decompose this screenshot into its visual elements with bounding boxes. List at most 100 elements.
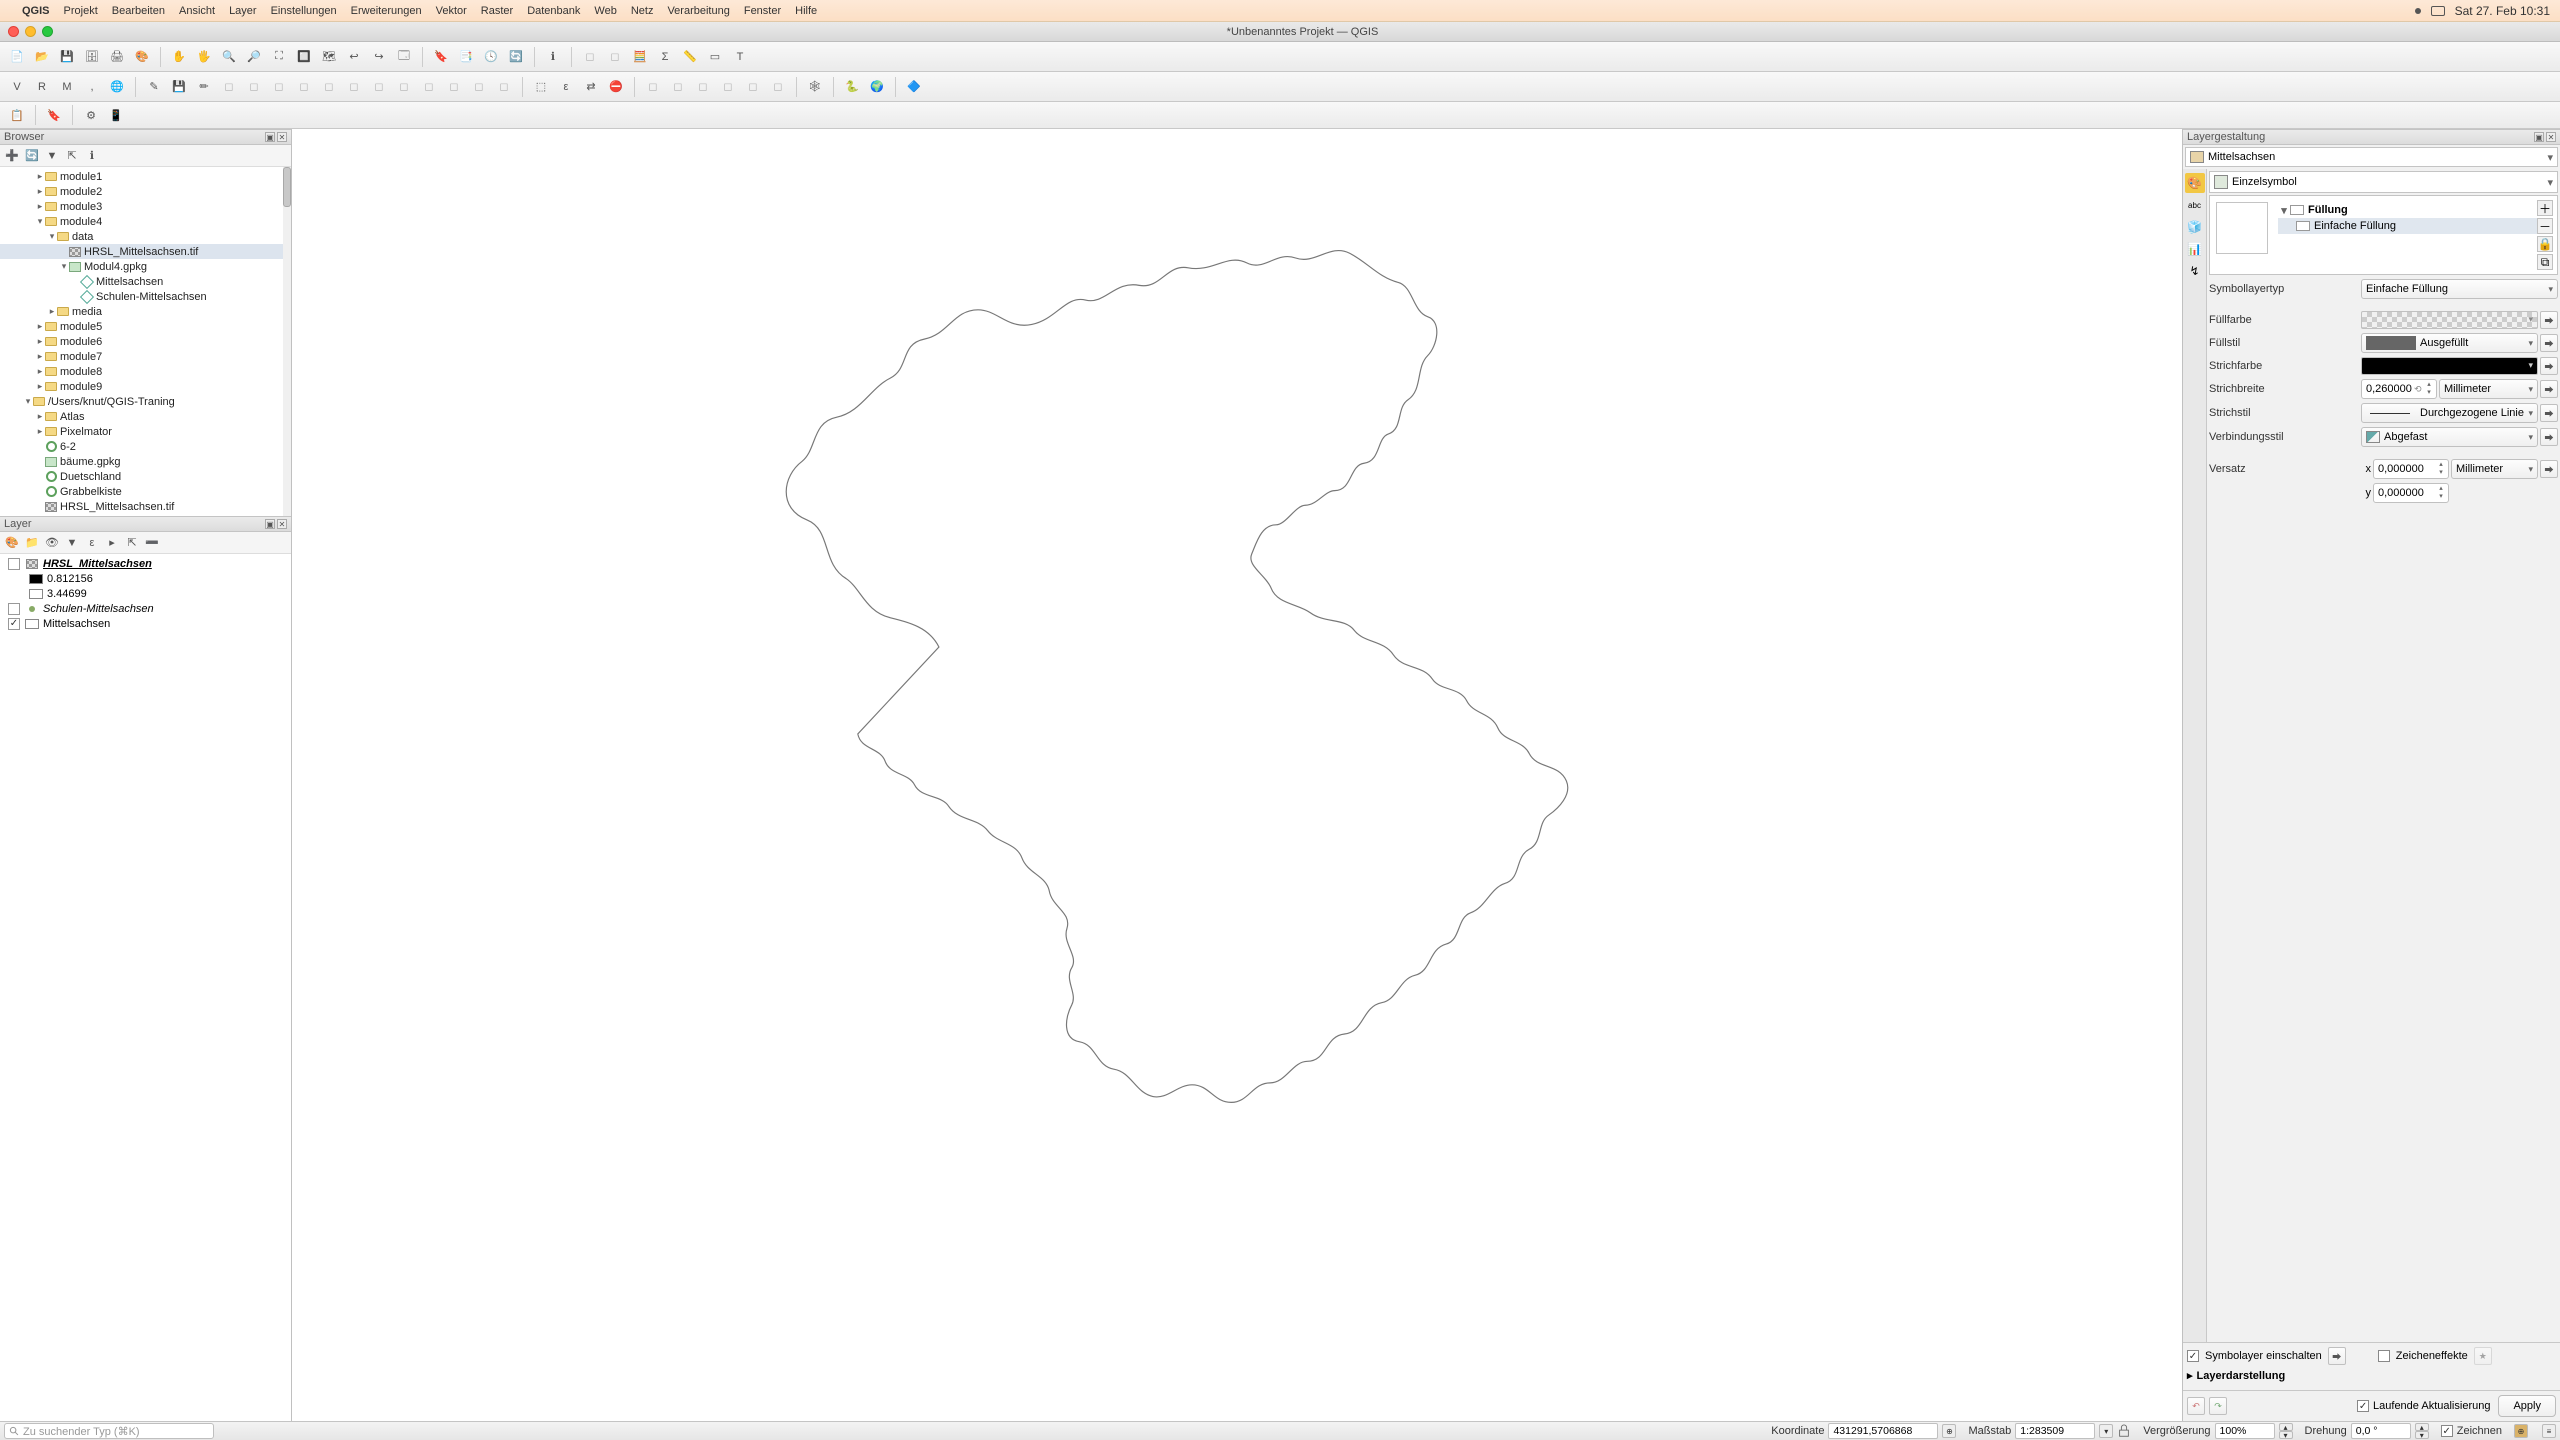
measure-icon[interactable]: 📏: [679, 46, 701, 68]
pencil-icon[interactable]: ✏: [193, 76, 215, 98]
bookmark-list-icon[interactable]: 📑: [455, 46, 477, 68]
menu-hilfe[interactable]: Hilfe: [795, 5, 817, 17]
layer-tree[interactable]: HRSL_Mittelsachsen0.8121563.44699Schulen…: [0, 554, 291, 1421]
extents-toggle-icon[interactable]: ⊕: [1942, 1424, 1956, 1438]
panel-close-icon[interactable]: ✕: [277, 132, 287, 142]
browser-item[interactable]: ▾/Users/knut/QGIS-Traning: [0, 394, 291, 409]
layer-visibility-check[interactable]: ✓: [8, 618, 20, 630]
add-vector-icon[interactable]: V: [6, 76, 28, 98]
menu-einstellungen[interactable]: Einstellungen: [271, 5, 337, 17]
stroke-width-input[interactable]: [2366, 383, 2412, 395]
browser-item[interactable]: 6-2: [0, 439, 291, 454]
render-check[interactable]: ✓: [2441, 1425, 2453, 1437]
identify-icon[interactable]: ℹ: [542, 46, 564, 68]
menu-vektor[interactable]: Vektor: [436, 5, 467, 17]
panel-undock-icon[interactable]: ▣: [2534, 132, 2544, 142]
browser-item[interactable]: Schulen-Mittelsachsen: [0, 289, 291, 304]
stroke-color-button[interactable]: ▾: [2361, 357, 2538, 375]
minimize-window-icon[interactable]: [25, 26, 36, 37]
styling-tab-symbology[interactable]: 🎨: [2185, 173, 2205, 193]
styling-tab-labels[interactable]: abc: [2185, 195, 2205, 215]
live-update-check[interactable]: ✓: [2357, 1400, 2369, 1412]
browser-item[interactable]: ▾data: [0, 229, 291, 244]
browser-item[interactable]: bäume.gpkg: [0, 454, 291, 469]
browser-item[interactable]: ▸module1: [0, 169, 291, 184]
menu-netz[interactable]: Netz: [631, 5, 654, 17]
styling-tab-transform[interactable]: ↯: [2185, 261, 2205, 281]
layer-mgmt-icon[interactable]: 📋: [6, 104, 28, 126]
browser-item[interactable]: HRSL_Mittelsachsen.tif: [0, 244, 291, 259]
style-manager-icon[interactable]: 🎨: [131, 46, 153, 68]
data-defined-button[interactable]: ⮕: [2540, 428, 2558, 446]
new-map-icon[interactable]: 🗔: [393, 46, 415, 68]
symbol-lock-button[interactable]: 🔒: [2537, 236, 2553, 252]
stroke-width-spin[interactable]: ⟲ ▴▾: [2361, 379, 2437, 399]
add-delimited-icon[interactable]: ,: [81, 76, 103, 98]
browser-tree[interactable]: ▸module1▸module2▸module3▾module4▾dataHRS…: [0, 167, 291, 516]
menu-verarbeitung[interactable]: Verarbeitung: [667, 5, 729, 17]
offset-y-input[interactable]: [2378, 487, 2424, 499]
browser-item[interactable]: ▸media: [0, 304, 291, 319]
data-defined-button[interactable]: ⮕: [2540, 460, 2558, 478]
plugin-network-icon[interactable]: 🕸: [804, 76, 826, 98]
symbol-duplicate-button[interactable]: ⧉: [2537, 254, 2553, 270]
bookmarks-icon[interactable]: 🔖: [43, 104, 65, 126]
layer-rendering-collapser[interactable]: ▸Layerdarstellung: [2187, 1369, 2556, 1382]
layer-item[interactable]: 3.44699: [0, 586, 291, 601]
panel-close-icon[interactable]: ✕: [2546, 132, 2556, 142]
save-icon[interactable]: 💾: [56, 46, 78, 68]
fill-color-button[interactable]: ▾: [2361, 311, 2538, 329]
browser-item[interactable]: Mittelsachsen: [0, 274, 291, 289]
processing-icon[interactable]: ⚙: [80, 104, 102, 126]
locator-search[interactable]: Zu suchender Typ (⌘K): [4, 1423, 214, 1439]
menu-erweiterungen[interactable]: Erweiterungen: [351, 5, 422, 17]
select-invert-icon[interactable]: ⇄: [580, 76, 602, 98]
layer-style-icon[interactable]: 🎨: [4, 535, 20, 551]
browser-panel-header[interactable]: Browser ▣ ✕: [0, 129, 291, 145]
no-entry-icon[interactable]: ⛔: [605, 76, 627, 98]
scale-dropdown[interactable]: ▾: [2099, 1424, 2113, 1438]
lock-icon[interactable]: [2117, 1424, 2131, 1438]
browser-refresh-icon[interactable]: 🔄: [24, 148, 40, 164]
panel-close-icon[interactable]: ✕: [277, 519, 287, 529]
stroke-style-combo[interactable]: Durchgezogene Linie▾: [2361, 403, 2538, 423]
draw-effects-config[interactable]: ★: [2474, 1347, 2492, 1365]
layer-expr-filter-icon[interactable]: ε: [84, 535, 100, 551]
panel-undock-icon[interactable]: ▣: [265, 132, 275, 142]
styling-tab-diagram[interactable]: 📊: [2185, 239, 2205, 259]
add-mesh-icon[interactable]: M: [56, 76, 78, 98]
data-defined-button[interactable]: ⮕: [2540, 334, 2558, 352]
qfield-icon[interactable]: 📱: [105, 104, 127, 126]
menu-projekt[interactable]: Projekt: [64, 5, 98, 17]
menu-raster[interactable]: Raster: [481, 5, 513, 17]
redo-style-button[interactable]: ↷: [2209, 1397, 2227, 1415]
menu-datenbank[interactable]: Datenbank: [527, 5, 580, 17]
layer-collapse-icon[interactable]: ⇱: [124, 535, 140, 551]
layer-visibility-check[interactable]: [8, 558, 20, 570]
annotate-icon[interactable]: T: [729, 46, 751, 68]
layer-item[interactable]: Schulen-Mittelsachsen: [0, 601, 291, 616]
edit-toggle-icon[interactable]: ✎: [143, 76, 165, 98]
bookmark-icon[interactable]: 🔖: [430, 46, 452, 68]
mac-menubar[interactable]: QGIS ProjektBearbeitenAnsichtLayerEinste…: [0, 0, 2560, 22]
offset-unit[interactable]: Millimeter▾: [2451, 459, 2538, 479]
browser-item[interactable]: ▸module6: [0, 334, 291, 349]
layer-panel-header[interactable]: Layer ▣ ✕: [0, 516, 291, 532]
layer-item[interactable]: 0.812156: [0, 571, 291, 586]
offset-x-spin[interactable]: ▴▾: [2373, 459, 2449, 479]
time-icon[interactable]: 🕓: [480, 46, 502, 68]
fill-style-combo[interactable]: Ausgefüllt▾: [2361, 333, 2538, 353]
menu-bearbeiten[interactable]: Bearbeiten: [112, 5, 165, 17]
window-traffic-lights[interactable]: [8, 26, 53, 37]
browser-item[interactable]: ▸module8: [0, 364, 291, 379]
menu-web[interactable]: Web: [594, 5, 616, 17]
browser-scrollbar[interactable]: [283, 167, 291, 516]
symbol-layer-enable-check[interactable]: ✓: [2187, 1350, 2199, 1362]
styling-tab-3d[interactable]: 🧊: [2185, 217, 2205, 237]
browser-item[interactable]: HRSL_Mittelsachsen.tif: [0, 499, 291, 514]
select-expr-icon[interactable]: ε: [555, 76, 577, 98]
calc-icon[interactable]: 🧮: [629, 46, 651, 68]
layer-filter-icon[interactable]: ▼: [64, 535, 80, 551]
browser-filter-icon[interactable]: ▼: [44, 148, 60, 164]
close-window-icon[interactable]: [8, 26, 19, 37]
